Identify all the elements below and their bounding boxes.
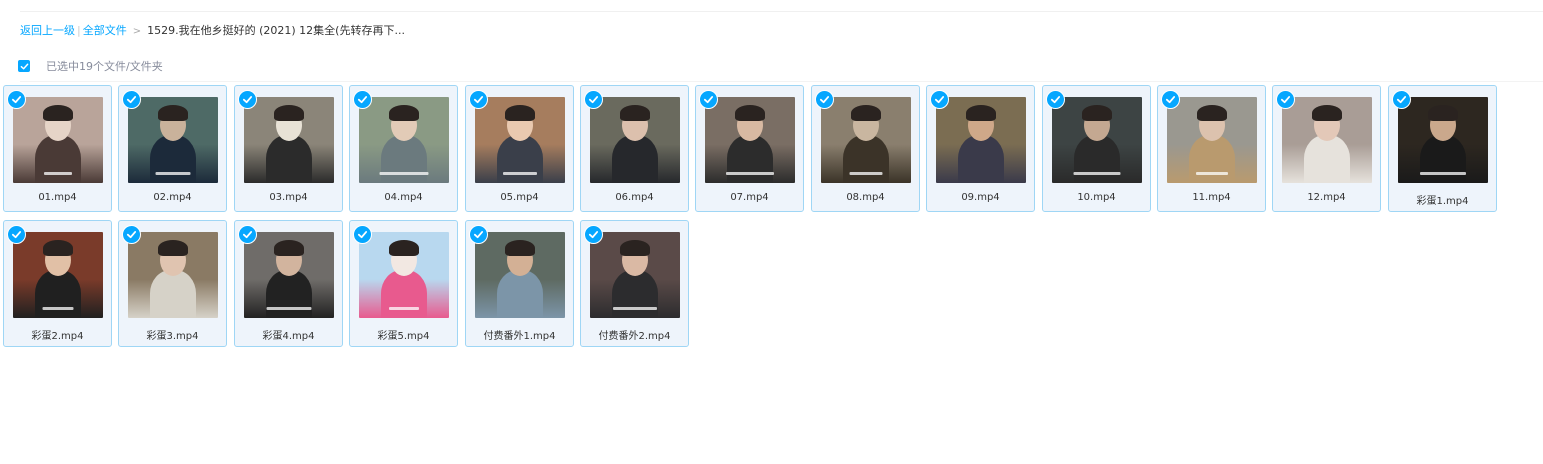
video-thumbnail [1052,97,1142,183]
selection-bar: 已选中19个文件/文件夹 [18,59,163,73]
selected-check-icon[interactable] [584,90,603,109]
selected-check-icon[interactable] [7,90,26,109]
file-name: 03.mp4 [269,192,308,203]
video-thumbnail [244,232,334,318]
selected-check-icon[interactable] [1161,90,1180,109]
file-name: 付费番外1.mp4 [483,331,556,342]
video-thumbnail [475,97,565,183]
current-folder: 1529.我在他乡挺好的 (2021) 12集全(先转存再下... [147,24,405,37]
selected-check-icon[interactable] [353,225,372,244]
selected-check-icon[interactable] [699,90,718,109]
video-thumbnail [128,232,218,318]
file-tile[interactable]: 11.mp4 [1157,85,1266,212]
selected-check-icon[interactable] [353,90,372,109]
file-name: 04.mp4 [384,192,423,203]
selected-check-icon[interactable] [122,225,141,244]
file-tile[interactable]: 05.mp4 [465,85,574,212]
top-divider [20,11,1543,12]
video-thumbnail [1398,97,1488,183]
video-thumbnail [475,232,565,318]
file-name: 彩蛋4.mp4 [262,331,315,342]
selected-check-icon[interactable] [815,90,834,109]
file-tile[interactable]: 彩蛋2.mp4 [3,220,112,347]
file-name: 12.mp4 [1307,192,1346,203]
file-tile[interactable]: 12.mp4 [1272,85,1381,212]
file-name: 05.mp4 [500,192,539,203]
file-name: 彩蛋2.mp4 [31,331,84,342]
video-thumbnail [1282,97,1372,183]
file-name: 付费番外2.mp4 [598,331,671,342]
breadcrumb-arrow-icon: > [132,26,142,37]
file-tile[interactable]: 彩蛋5.mp4 [349,220,458,347]
video-thumbnail [590,97,680,183]
file-name: 彩蛋3.mp4 [146,331,199,342]
selected-check-icon[interactable] [930,90,949,109]
selected-check-icon[interactable] [1392,90,1411,109]
video-thumbnail [13,97,103,183]
file-name: 彩蛋5.mp4 [377,331,430,342]
selected-check-icon[interactable] [1046,90,1065,109]
file-tile[interactable]: 02.mp4 [118,85,227,212]
selected-check-icon[interactable] [1276,90,1295,109]
selected-check-icon[interactable] [469,225,488,244]
video-thumbnail [821,97,911,183]
file-name: 彩蛋1.mp4 [1416,196,1469,207]
selection-count: 已选中19个文件/文件夹 [46,60,163,73]
header-divider [20,81,1543,82]
selected-check-icon[interactable] [238,225,257,244]
selected-check-icon[interactable] [7,225,26,244]
file-tile[interactable]: 03.mp4 [234,85,343,212]
video-thumbnail [128,97,218,183]
selected-check-icon[interactable] [584,225,603,244]
file-tile[interactable]: 07.mp4 [695,85,804,212]
file-name: 07.mp4 [730,192,769,203]
video-thumbnail [244,97,334,183]
file-name: 06.mp4 [615,192,654,203]
file-tile[interactable]: 彩蛋3.mp4 [118,220,227,347]
file-tile[interactable]: 09.mp4 [926,85,1035,212]
selected-check-icon[interactable] [469,90,488,109]
file-tile[interactable]: 08.mp4 [811,85,920,212]
file-name: 11.mp4 [1192,192,1231,203]
file-tile[interactable]: 彩蛋4.mp4 [234,220,343,347]
breadcrumb-divider: | [77,24,81,37]
video-thumbnail [13,232,103,318]
selected-check-icon[interactable] [122,90,141,109]
video-thumbnail [936,97,1026,183]
file-tile[interactable]: 彩蛋1.mp4 [1388,85,1497,212]
back-link[interactable]: 返回上一级 [20,24,75,37]
video-thumbnail [359,97,449,183]
file-tile[interactable]: 付费番外2.mp4 [580,220,689,347]
file-tile[interactable]: 10.mp4 [1042,85,1151,212]
video-thumbnail [359,232,449,318]
video-thumbnail [590,232,680,318]
file-tile[interactable]: 付费番外1.mp4 [465,220,574,347]
file-name: 01.mp4 [38,192,77,203]
file-tile[interactable]: 01.mp4 [3,85,112,212]
all-files-link[interactable]: 全部文件 [83,24,127,37]
file-tile[interactable]: 04.mp4 [349,85,458,212]
selected-check-icon[interactable] [238,90,257,109]
video-thumbnail [705,97,795,183]
file-name: 02.mp4 [153,192,192,203]
breadcrumb: 返回上一级 | 全部文件 >1529.我在他乡挺好的 (2021) 12集全(先转存再… [20,24,405,39]
check-icon [20,63,28,69]
file-name: 09.mp4 [961,192,1000,203]
video-thumbnail [1167,97,1257,183]
file-name: 10.mp4 [1077,192,1116,203]
file-name: 08.mp4 [846,192,885,203]
select-all-checkbox[interactable] [18,60,30,72]
file-tile[interactable]: 06.mp4 [580,85,689,212]
